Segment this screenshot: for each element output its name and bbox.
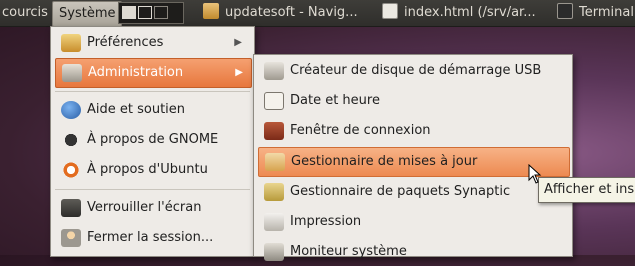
menu-item-label: Fenêtre de connexion [290,123,431,138]
preferences-icon [61,34,81,52]
update-manager-icon [265,153,285,171]
workspace-2[interactable] [138,6,152,19]
menu-separator [55,91,250,92]
menu-item-usb-creator[interactable]: Créateur de disque de démarrage USB [258,57,568,85]
menu-item-label: À propos d'Ubuntu [87,162,208,177]
tooltip: Afficher et ins [538,177,635,203]
terminal-icon [557,3,573,19]
package-icon [264,183,284,201]
menu-item-administration[interactable]: Administration ▶ [55,58,252,88]
menu-separator [55,189,250,190]
menu-item-lock-screen[interactable]: Verrouiller l'écran [55,194,250,222]
taskbar-button-navigateur[interactable]: updatesoft - Navig... [203,0,358,26]
submenu-arrow-icon: ▶ [235,67,243,78]
system-menu: Préférences ▶ Administration ▶ Aide et s… [50,26,255,257]
usb-icon [264,62,284,80]
menu-item-label: Gestionnaire de paquets Synaptic [290,184,511,199]
menu-item-label: À propos de GNOME [87,132,219,147]
gnome-icon [61,131,81,149]
menu-item-label: Gestionnaire de mises à jour [291,154,478,169]
menu-item-label: Administration [88,65,184,80]
menu-item-label: Impression [290,214,362,229]
top-panel: courcis Système updatesoft - Navig... in… [0,0,635,27]
menu-item-update-manager[interactable]: Gestionnaire de mises à jour [258,147,570,177]
submenu-arrow-icon: ▶ [234,37,242,48]
login-window-icon [264,122,284,140]
mouse-cursor-icon [528,164,542,184]
menu-raccourcis[interactable]: courcis [2,0,48,26]
taskbar-label: Terminal [579,5,634,20]
workspace-3[interactable] [154,6,168,19]
calendar-icon [264,92,284,110]
taskbar-button-terminal[interactable]: Terminal [557,0,634,26]
monitor-icon [264,243,284,261]
ubuntu-icon [61,161,81,179]
menu-item-logout[interactable]: Fermer la session... [55,224,250,252]
menu-item-login-window[interactable]: Fenêtre de connexion [258,117,568,145]
administration-icon [62,64,82,82]
printer-icon [264,213,284,231]
menu-systeme[interactable]: Système [52,1,123,27]
folder-icon [203,3,219,19]
menu-item-synaptic[interactable]: Gestionnaire de paquets Synaptic [258,178,568,206]
logout-icon [61,229,81,247]
menu-item-label: Aide et soutien [87,102,186,117]
menu-item-label: Date et heure [290,93,380,108]
menu-item-label: Verrouiller l'écran [87,200,202,215]
taskbar-label: index.html (/srv/ar... [404,5,536,20]
menu-item-label: Créateur de disque de démarrage USB [290,63,542,78]
administration-submenu: Créateur de disque de démarrage USB Date… [253,54,573,261]
menu-item-printing[interactable]: Impression [258,208,568,236]
menu-item-system-monitor[interactable]: Moniteur système [258,238,568,266]
menu-item-about-gnome[interactable]: À propos de GNOME [55,126,250,154]
menu-item-aide[interactable]: Aide et soutien [55,96,250,124]
taskbar-button-editor[interactable]: index.html (/srv/ar... [382,0,536,26]
menu-item-preferences[interactable]: Préférences ▶ [55,29,250,57]
workspace-1[interactable] [122,6,136,19]
taskbar-label: updatesoft - Navig... [225,5,358,20]
menu-item-label: Préférences [87,35,164,50]
document-icon [382,3,398,19]
help-icon [61,101,81,119]
lock-screen-icon [61,199,81,217]
workspace-switcher[interactable] [118,2,184,24]
menu-item-about-ubuntu[interactable]: À propos d'Ubuntu [55,156,250,184]
menu-item-label: Fermer la session... [87,230,214,245]
menu-item-date-time[interactable]: Date et heure [258,87,568,115]
menu-item-label: Moniteur système [290,244,407,259]
